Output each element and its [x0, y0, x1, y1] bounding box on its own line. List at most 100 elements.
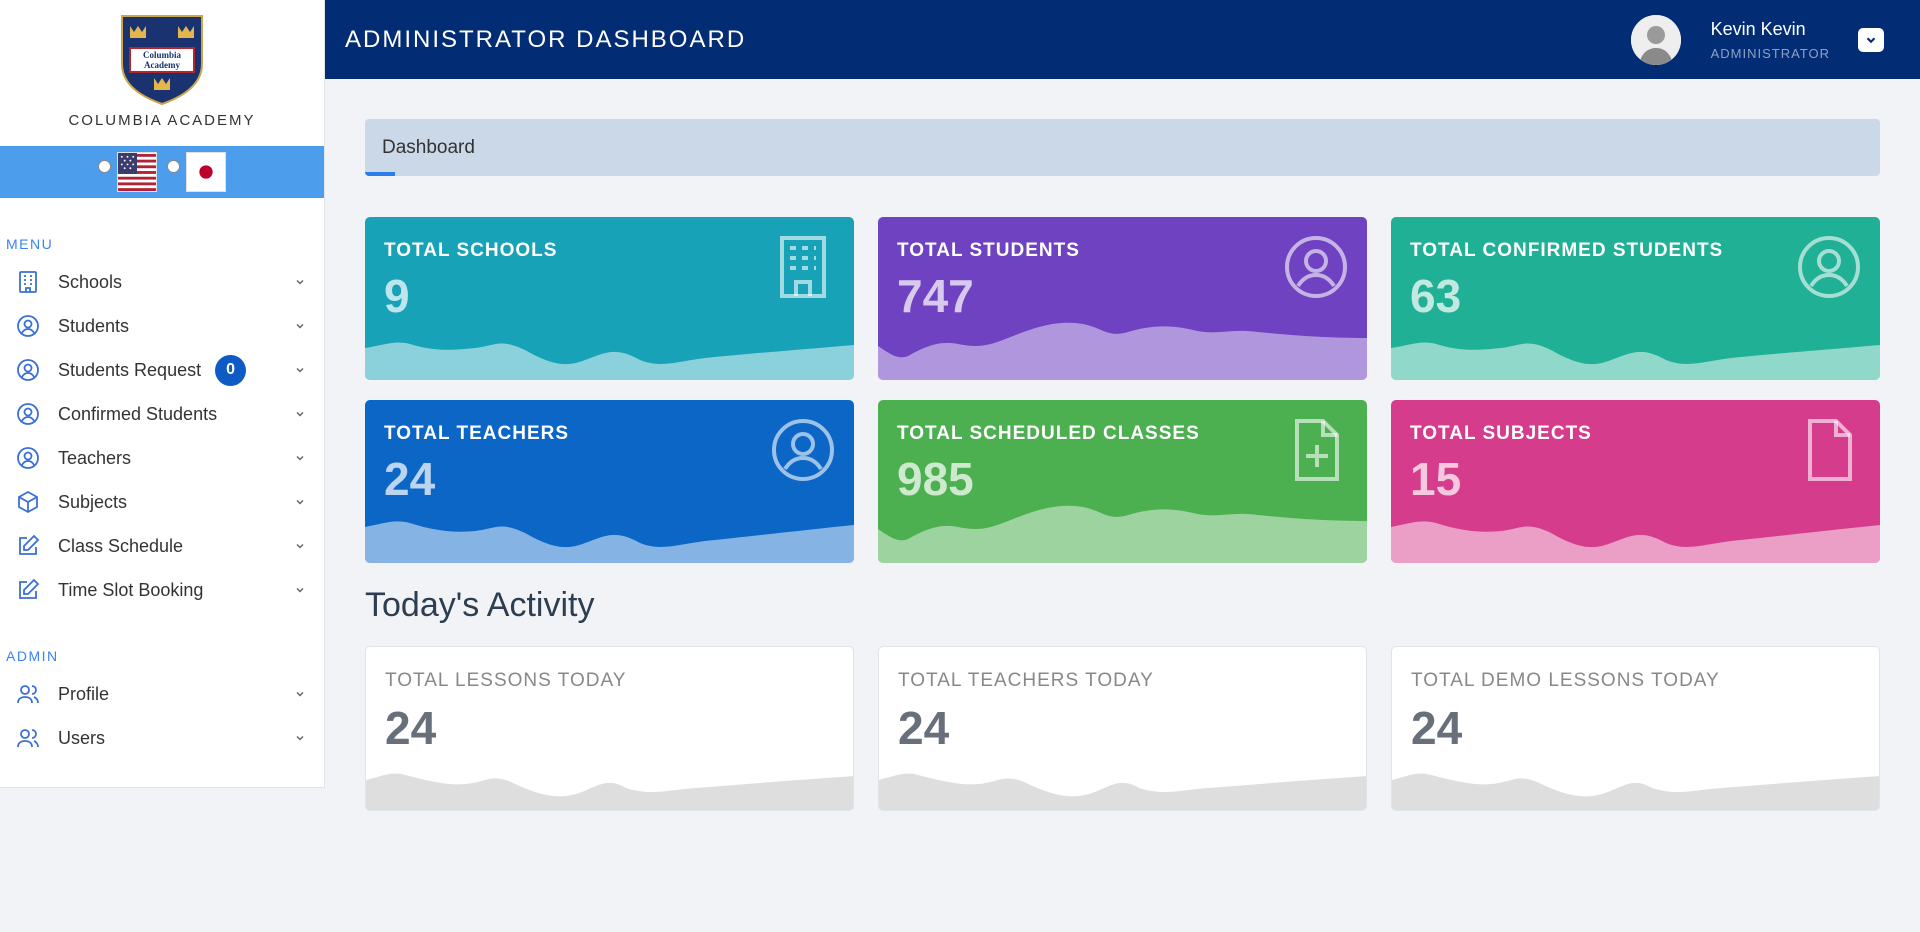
sidebar-item-profile[interactable]: Profile [0, 672, 324, 716]
crest-text-2: Academy [144, 60, 180, 70]
admin-menu: Profile Users [0, 672, 324, 760]
chevron-down-icon[interactable] [294, 688, 306, 700]
radio-en[interactable] [98, 159, 111, 173]
user-dropdown-button[interactable] [1858, 27, 1884, 52]
stat-card-teachers[interactable]: TOTAL TEACHERS 24 [365, 400, 854, 563]
sidebar-item-label: Users [58, 727, 106, 748]
sidebar-item-label: Profile [58, 683, 110, 704]
sidebar-item-label: Confirmed Students [58, 403, 218, 424]
japan-flag-icon[interactable] [186, 152, 226, 192]
stat-card-students[interactable]: TOTAL STUDENTS 747 [878, 217, 1367, 380]
file-icon [1808, 419, 1852, 481]
wave-decoration [1391, 342, 1880, 380]
chevron-down-icon[interactable] [294, 364, 306, 376]
cube-icon [16, 490, 40, 514]
activity-value: 24 [1411, 702, 1463, 754]
sidebar-item-label: Students [58, 315, 130, 336]
chevron-down-icon[interactable] [294, 320, 306, 332]
stat-card-scheduled-classes[interactable]: TOTAL SCHEDULED CLASSES 985 [878, 400, 1367, 563]
user-info: Kevin Kevin ADMINISTRATOR [1711, 19, 1830, 61]
user-circle-icon [16, 314, 40, 338]
stat-card-confirmed-students[interactable]: TOTAL CONFIRMED STUDENTS 63 [1391, 217, 1880, 380]
sidebar-item-label: Students Request [58, 359, 202, 380]
user-circle-icon [1798, 236, 1860, 298]
chevron-down-icon[interactable] [294, 540, 306, 552]
page-title: ADMINISTRATOR DASHBOARD [345, 25, 747, 53]
user-menu: Kevin Kevin ADMINISTRATOR [1630, 0, 1920, 79]
user-circle-icon [16, 446, 40, 470]
activity-title: TOTAL TEACHERS TODAY [898, 670, 1154, 691]
chevron-down-icon[interactable] [294, 584, 306, 596]
sidebar-item-label: Subjects [58, 491, 128, 512]
chevron-down-icon[interactable] [294, 732, 306, 744]
brand: Columbia Academy COLUMBIA ACADEMY [0, 0, 324, 146]
stat-value: 15 [1410, 453, 1462, 505]
stat-card-schools[interactable]: TOTAL SCHOOLS 9 [365, 217, 854, 380]
sidebar-item-users[interactable]: Users [0, 716, 324, 760]
user-role: ADMINISTRATOR [1710, 45, 1830, 61]
chevron-down-icon[interactable] [294, 452, 306, 464]
stat-value: 24 [384, 453, 436, 505]
stat-value: 985 [897, 453, 974, 505]
sidebar-item-label: Class Schedule [58, 535, 184, 556]
activity-title: TOTAL DEMO LESSONS TODAY [1411, 670, 1720, 691]
request-count-badge: 0 [215, 354, 247, 386]
edit-icon [16, 578, 40, 602]
language-option-en[interactable] [98, 152, 157, 192]
us-flag-icon[interactable] [117, 152, 157, 192]
activity-value: 24 [385, 702, 437, 754]
user-circle-icon [1285, 236, 1347, 298]
menu-section-label: MENU [6, 236, 54, 252]
user-circle-icon [16, 402, 40, 426]
language-option-ja[interactable] [167, 152, 226, 192]
sidebar-item-students[interactable]: Students [0, 304, 324, 348]
breadcrumb-accent [365, 172, 395, 176]
chevron-down-icon[interactable] [294, 408, 306, 420]
activity-card-lessons[interactable]: TOTAL LESSONS TODAY 24 [365, 646, 854, 811]
admin-section-label: ADMIN [6, 648, 59, 664]
wave-decoration [1391, 521, 1880, 563]
sidebar-item-schools[interactable]: Schools [0, 260, 324, 304]
users-icon [16, 726, 40, 750]
stat-title: TOTAL SUBJECTS [1410, 423, 1592, 444]
user-name: Kevin Kevin [1710, 18, 1806, 39]
file-plus-icon [1295, 419, 1339, 481]
stat-title: TOTAL CONFIRMED STUDENTS [1410, 240, 1724, 261]
sidebar-item-label: Time Slot Booking [58, 579, 204, 600]
user-circle-icon [772, 419, 834, 481]
stat-value: 747 [897, 270, 974, 322]
building-icon [780, 236, 826, 298]
stat-title: TOTAL SCHOOLS [384, 240, 558, 261]
chevron-down-icon[interactable] [294, 276, 306, 288]
stat-title: TOTAL TEACHERS [384, 423, 570, 444]
language-selector [0, 146, 324, 198]
brand-name: COLUMBIA ACADEMY [68, 112, 256, 129]
wave-decoration [365, 521, 854, 563]
avatar[interactable] [1630, 14, 1681, 65]
stat-card-subjects[interactable]: TOTAL SUBJECTS 15 [1391, 400, 1880, 563]
section-title: Today's Activity [365, 586, 595, 624]
top-header: ADMINISTRATOR DASHBOARD Kevin Kevin ADMI… [325, 0, 1920, 79]
stat-title: TOTAL STUDENTS [897, 240, 1080, 261]
wave-decoration [879, 773, 1366, 810]
chevron-down-icon[interactable] [294, 496, 306, 508]
sidebar-item-time-slot-booking[interactable]: Time Slot Booking [0, 568, 324, 612]
sidebar-item-teachers[interactable]: Teachers [0, 436, 324, 480]
sidebar-item-students-request[interactable]: Students Request 0 [0, 348, 324, 392]
crest-text-1: Columbia [143, 50, 182, 60]
breadcrumb: Dashboard [365, 119, 1880, 176]
academy-crest-logo[interactable]: Columbia Academy [116, 12, 208, 106]
sidebar-item-confirmed-students[interactable]: Confirmed Students [0, 392, 324, 436]
sidebar-item-label: Teachers [58, 447, 132, 468]
breadcrumb-label: Dashboard [382, 137, 475, 158]
radio-ja[interactable] [167, 159, 180, 173]
sidebar-item-subjects[interactable]: Subjects [0, 480, 324, 524]
activity-card-teachers[interactable]: TOTAL TEACHERS TODAY 24 [878, 646, 1367, 811]
activity-card-demo-lessons[interactable]: TOTAL DEMO LESSONS TODAY 24 [1391, 646, 1880, 811]
activity-title: TOTAL LESSONS TODAY [385, 670, 627, 691]
user-circle-icon [16, 358, 40, 382]
building-icon [16, 270, 40, 294]
sidebar-item-class-schedule[interactable]: Class Schedule [0, 524, 324, 568]
main-menu: Schools Students Students Request 0 Conf… [0, 260, 324, 612]
sidebar-item-label: Schools [58, 271, 123, 292]
